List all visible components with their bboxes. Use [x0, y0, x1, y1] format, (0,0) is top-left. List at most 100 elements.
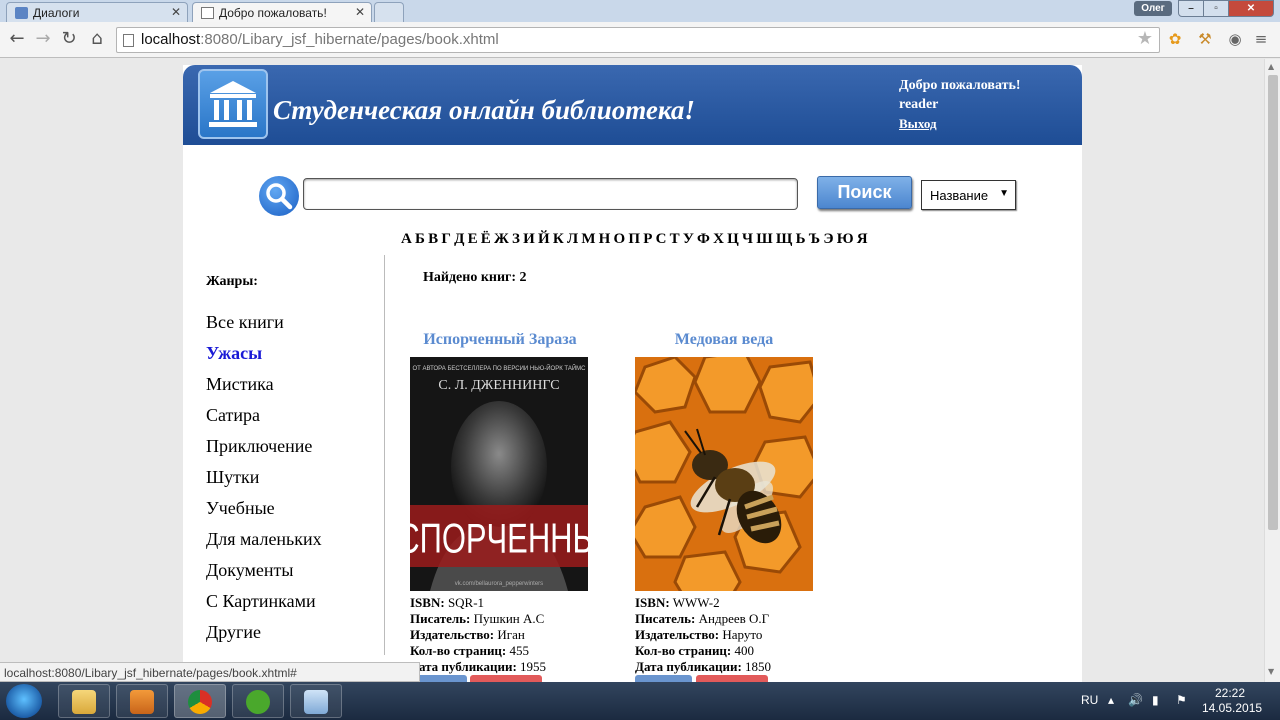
alphabet-letter[interactable]: Т: [670, 231, 680, 247]
address-bar[interactable]: localhost:8080/Libary_jsf_hibernate/page…: [116, 27, 1160, 53]
alphabet-letter[interactable]: У: [683, 231, 694, 247]
network-icon[interactable]: ▮: [1152, 693, 1159, 707]
alphabet-letter[interactable]: В: [428, 231, 438, 247]
alphabet-letter[interactable]: Ц: [727, 231, 739, 247]
close-window-button[interactable]: ✕: [1228, 0, 1274, 17]
language-indicator[interactable]: RU: [1081, 693, 1098, 707]
forward-arrow-icon[interactable]: →: [32, 28, 54, 50]
extension-paw-icon[interactable]: ✿: [1166, 30, 1184, 48]
tab-welcome[interactable]: Добро пожаловать! ✕: [192, 2, 372, 22]
new-tab-button[interactable]: [374, 2, 404, 22]
alphabet-letter[interactable]: Б: [415, 231, 425, 247]
genre-link[interactable]: Учебные: [206, 498, 275, 519]
tab-dialogs[interactable]: Диалоги ✕: [6, 2, 188, 22]
genre-link[interactable]: Сатира: [206, 405, 260, 426]
alphabet-letter[interactable]: А: [401, 231, 412, 247]
alphabet-letter[interactable]: Ю: [837, 231, 854, 247]
tab-label: Диалоги: [33, 6, 80, 20]
scroll-up-icon[interactable]: ▲: [1268, 62, 1274, 71]
genre-link[interactable]: Приключение: [206, 436, 312, 457]
genre-link[interactable]: Ужасы: [206, 343, 262, 364]
genre-link[interactable]: Шутки: [206, 467, 259, 488]
alphabet-letter[interactable]: Л: [567, 231, 578, 247]
tray-flag-icon[interactable]: ⚑: [1176, 693, 1187, 707]
genre-link[interactable]: Документы: [206, 560, 294, 581]
extension-circle-icon[interactable]: ◉: [1226, 30, 1244, 48]
alphabet-letter[interactable]: И: [523, 231, 535, 247]
logout-link[interactable]: Выход: [899, 114, 1021, 133]
alphabet-letter[interactable]: С: [656, 231, 667, 247]
close-icon[interactable]: ✕: [355, 5, 365, 19]
genre-link[interactable]: Другие: [206, 622, 261, 643]
search-input[interactable]: [303, 178, 798, 210]
alphabet-letter[interactable]: Ж: [494, 231, 509, 247]
alphabet-letter[interactable]: Э: [823, 231, 833, 247]
library-logo-icon: [198, 69, 268, 139]
book-download-button[interactable]: [470, 675, 542, 682]
alphabet-letter[interactable]: Я: [857, 231, 868, 247]
book-cover-image[interactable]: [635, 357, 813, 591]
search-button[interactable]: Поиск: [817, 176, 912, 209]
alphabet-letter[interactable]: Ш: [756, 231, 772, 247]
alphabet-letter[interactable]: Ч: [742, 231, 753, 247]
alphabet-letter[interactable]: Д: [454, 231, 464, 247]
taskbar-explorer[interactable]: [58, 684, 110, 718]
minimize-button[interactable]: –: [1178, 0, 1204, 17]
alphabet-letter[interactable]: Н: [599, 231, 611, 247]
genre-link[interactable]: С Картинками: [206, 591, 316, 612]
status-bar-url: localhost:8080/Libary_jsf_hibernate/page…: [0, 662, 420, 682]
tray-arrow-icon[interactable]: ▴: [1108, 693, 1114, 707]
home-icon[interactable]: ⌂: [86, 28, 108, 50]
alphabet-letter[interactable]: Ё: [481, 231, 491, 247]
start-button[interactable]: [6, 684, 42, 718]
book-title-link[interactable]: Медовая веда: [619, 331, 829, 349]
alphabet-letter[interactable]: П: [628, 231, 640, 247]
alphabet-letter[interactable]: Ь: [796, 231, 806, 247]
close-icon[interactable]: ✕: [171, 5, 181, 19]
alphabet-letter[interactable]: З: [512, 231, 520, 247]
search-field-select[interactable]: Название ▼: [921, 180, 1016, 210]
system-clock[interactable]: 22:22 14.05.2015: [1202, 686, 1262, 716]
book-date: 1850: [745, 659, 772, 674]
book-read-button[interactable]: [635, 675, 692, 682]
scroll-down-icon[interactable]: ▼: [1268, 667, 1274, 676]
alphabet-letter[interactable]: Ъ: [809, 231, 820, 247]
taskbar-app[interactable]: [290, 684, 342, 718]
book-isbn: WWW-2: [672, 595, 720, 610]
profile-button[interactable]: Олег: [1134, 1, 1172, 16]
menu-icon[interactable]: ≡: [1252, 30, 1270, 48]
genre-link[interactable]: Для маленьких: [206, 529, 322, 550]
alphabet-letter[interactable]: Й: [538, 231, 550, 247]
alphabet-letter[interactable]: О: [614, 231, 626, 247]
taskbar-chrome[interactable]: [174, 684, 226, 718]
alphabet-letter[interactable]: Щ: [776, 231, 792, 247]
alphabet-letter[interactable]: Х: [713, 231, 724, 247]
page-scrollbar[interactable]: ▲ ▼: [1264, 59, 1280, 682]
search-icon[interactable]: [259, 176, 299, 216]
scroll-thumb[interactable]: [1268, 75, 1278, 530]
utorrent-icon: [246, 690, 270, 714]
book-cover-image[interactable]: ОТ АВТОРА БЕСТСЕЛЛЕРА ПО ВЕРСИИ НЬЮ-ЙОРК…: [410, 357, 588, 591]
book-date: 1955: [520, 659, 547, 674]
genre-link[interactable]: Все книги: [206, 312, 284, 333]
genre-link[interactable]: Мистика: [206, 374, 274, 395]
taskbar-utorrent[interactable]: [232, 684, 284, 718]
tab-label: Добро пожаловать!: [219, 6, 327, 20]
extension-tools-icon[interactable]: ⚒: [1196, 30, 1214, 48]
back-arrow-icon[interactable]: ←: [6, 28, 28, 50]
alphabet-letter[interactable]: М: [581, 231, 595, 247]
alphabet-letter[interactable]: Р: [643, 231, 652, 247]
found-count: Найдено книг: 2: [423, 270, 527, 285]
alphabet-letter[interactable]: Ф: [697, 231, 710, 247]
alphabet-letter[interactable]: Е: [468, 231, 478, 247]
maximize-button[interactable]: ▫: [1203, 0, 1229, 17]
alphabet-letter[interactable]: К: [553, 231, 564, 247]
volume-icon[interactable]: 🔊: [1128, 693, 1143, 707]
book-author: Пушкин А.С: [473, 611, 545, 626]
taskbar-media-player[interactable]: [116, 684, 168, 718]
book-download-button[interactable]: [696, 675, 768, 682]
reload-icon[interactable]: ↻: [58, 28, 80, 50]
alphabet-letter[interactable]: Г: [441, 231, 451, 247]
book-title-link[interactable]: Испорченный Зараза: [395, 331, 605, 349]
bookmark-star-icon[interactable]: ★: [1137, 28, 1153, 49]
